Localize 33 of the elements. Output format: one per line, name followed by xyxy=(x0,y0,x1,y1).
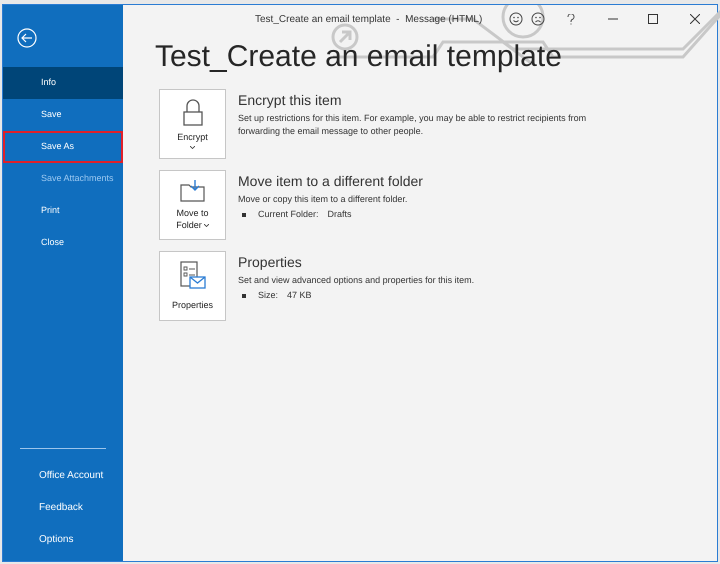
sidebar-item[interactable]: Options xyxy=(3,523,123,555)
section-title: Move item to a different folder xyxy=(238,172,424,190)
padlock-icon xyxy=(182,99,204,127)
action-button[interactable]: Move to Folder xyxy=(159,170,226,240)
sidebar-item[interactable]: Save As xyxy=(3,131,123,163)
detail-label: Current Folder: xyxy=(258,208,319,221)
section-title: Encrypt this item xyxy=(238,91,342,109)
sidebar-item[interactable]: Close xyxy=(3,227,123,259)
sidebar-item[interactable]: Feedback xyxy=(3,491,123,523)
detail-value: 47 KB xyxy=(287,289,312,302)
detail-label: Size: xyxy=(258,289,278,302)
sidebar-item[interactable]: Info xyxy=(3,67,123,99)
frown-icon[interactable] xyxy=(531,12,545,26)
action-button[interactable]: Properties xyxy=(159,251,226,321)
caret-icon xyxy=(190,146,195,149)
page-title: Test_Create an email template xyxy=(155,39,563,75)
properties-icon xyxy=(180,261,206,291)
section-description: Set and view advanced options and properties for this item. xyxy=(238,274,476,287)
smile-icon[interactable] xyxy=(509,12,523,26)
section-description: Set up restrictions for this item. For example, you may be able to restrict recipients from forwarding the email message to other people. xyxy=(238,112,588,138)
sidebar-item[interactable]: Save xyxy=(3,99,123,131)
sidebar-item[interactable]: Office Account xyxy=(3,459,123,491)
folder-arrow-icon xyxy=(180,179,206,203)
section-description: Move or copy this item to a different folder. xyxy=(238,193,408,206)
action-button[interactable]: Encrypt xyxy=(159,89,226,159)
sidebar-item[interactable]: Print xyxy=(3,195,123,227)
bullet-icon xyxy=(242,212,246,217)
section-title: Properties xyxy=(238,253,303,271)
window-title: Test_Create an email template - Message (HTML) xyxy=(255,12,482,26)
caret-icon xyxy=(204,224,209,226)
detail-value: Drafts xyxy=(328,208,352,221)
bullet-icon xyxy=(242,294,246,298)
back-button[interactable] xyxy=(17,28,37,48)
